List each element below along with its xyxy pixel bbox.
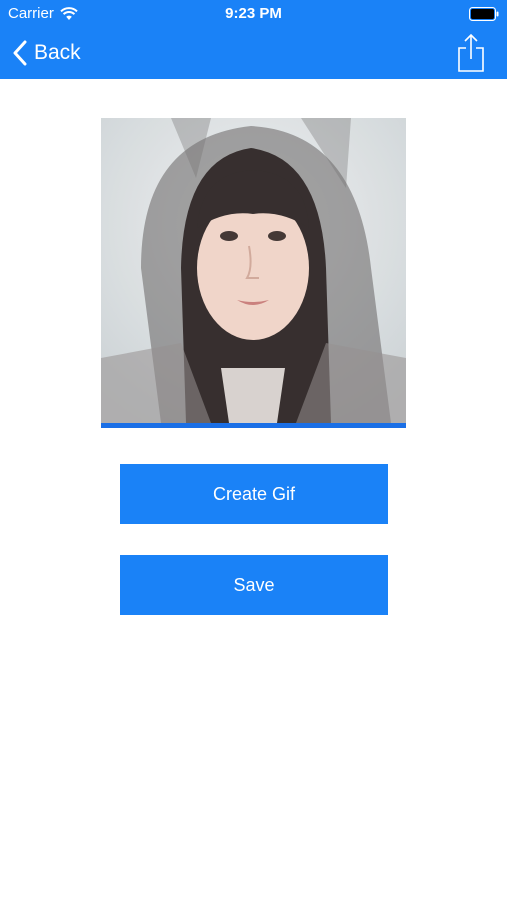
progress-fill [101,423,406,428]
header: Carrier 9:23 PM Back [0,0,507,79]
navigation-bar: Back [0,28,507,79]
save-button[interactable]: Save [120,555,388,615]
back-button[interactable]: Back [12,36,81,70]
chevron-left-icon [13,40,27,66]
status-bar: Carrier 9:23 PM [0,0,507,28]
progress-bar [101,423,406,428]
face-morph-image [101,118,406,423]
photo-preview [101,118,406,429]
back-label: Back [34,41,81,64]
share-icon[interactable] [457,33,485,73]
create-gif-button[interactable]: Create Gif [120,464,388,524]
battery-icon [469,7,499,21]
status-time: 9:23 PM [225,5,282,22]
